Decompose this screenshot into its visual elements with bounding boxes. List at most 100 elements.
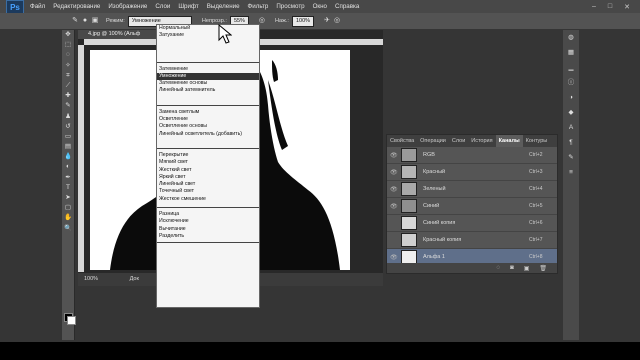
blend-mode-option[interactable]: Линейный затемнитель xyxy=(157,87,259,94)
type-tool-icon[interactable]: T xyxy=(62,183,74,193)
color-panel-icon[interactable]: ◍ xyxy=(563,30,579,45)
brush-preset-icon[interactable]: ✎ xyxy=(70,16,80,26)
channel-thumbnail xyxy=(401,182,417,196)
blur-tool-icon[interactable]: 💧 xyxy=(62,152,74,162)
visibility-eye-icon[interactable]: 👁 xyxy=(390,152,398,159)
brush-size-icon[interactable]: ● xyxy=(80,16,90,26)
styles-panel-icon[interactable]: ◆ xyxy=(563,105,579,120)
visibility-eye-icon[interactable]: 👁 xyxy=(390,169,398,176)
shape-tool-icon[interactable]: ▢ xyxy=(62,203,74,213)
tab-channels[interactable]: Каналы xyxy=(495,135,523,147)
blend-mode-option[interactable]: Разница xyxy=(157,211,259,218)
channel-shortcut: Ctrl+6 xyxy=(529,220,543,226)
foreground-color-swatch[interactable] xyxy=(67,316,76,325)
adjustments-panel-icon[interactable]: ◑ xyxy=(563,90,579,105)
blend-mode-option[interactable]: Разделить xyxy=(157,233,259,240)
maximize-button[interactable]: □ xyxy=(608,3,612,10)
document-tab[interactable]: 4.jpg @ 100% (Альф xyxy=(78,30,158,39)
crop-tool-icon[interactable]: ⌗ xyxy=(62,71,74,81)
dodge-tool-icon[interactable]: ◐ xyxy=(62,162,74,172)
channel-row[interactable]: 👁 RGB Ctrl+2 xyxy=(387,147,557,164)
blend-mode-option[interactable]: Точечный свет xyxy=(157,188,259,195)
new-channel-icon[interactable]: ▣ xyxy=(524,265,530,272)
brush-tool-icon[interactable]: ✎ xyxy=(62,101,74,111)
channel-row[interactable]: 👁 Зеленый Ctrl+4 xyxy=(387,181,557,198)
blend-mode-option[interactable]: Линейный осветлитель (добавить) xyxy=(157,131,259,138)
airbrush-icon[interactable]: ✈ xyxy=(322,16,332,26)
healing-tool-icon[interactable]: ✚ xyxy=(62,91,74,101)
lasso-tool-icon[interactable]: ◌ xyxy=(62,50,74,60)
path-select-tool-icon[interactable]: ➤ xyxy=(62,193,74,203)
blend-mode-option[interactable]: Замена светлым xyxy=(157,109,259,116)
menu-select[interactable]: Выделение xyxy=(207,3,240,10)
move-tool-icon[interactable]: ✥ xyxy=(62,30,74,40)
vertical-ruler[interactable] xyxy=(78,45,84,272)
blend-mode-option[interactable]: Осветление основы xyxy=(157,123,259,130)
blend-mode-dropdown: Нормальный Затухание Затемнение Умножени… xyxy=(156,24,260,308)
blend-mode-option[interactable]: Осветление xyxy=(157,116,259,123)
blend-mode-option[interactable]: Мягкий свет xyxy=(157,159,259,166)
visibility-eye-icon[interactable]: 👁 xyxy=(390,254,398,261)
flow-label: Наж.: xyxy=(274,18,289,24)
blend-mode-option[interactable]: Исключение xyxy=(157,218,259,225)
blend-mode-option-selected[interactable]: Умножение xyxy=(157,72,259,81)
brush-panel-icon[interactable]: ▣ xyxy=(90,16,100,26)
eyedropper-tool-icon[interactable]: ⟋ xyxy=(62,81,74,91)
menu-image[interactable]: Изображение xyxy=(108,3,147,10)
info-panel-icon[interactable]: ⓘ xyxy=(563,75,579,90)
menu-window[interactable]: Окно xyxy=(313,3,327,10)
tab-actions[interactable]: Операции xyxy=(417,135,449,147)
quick-select-tool-icon[interactable]: ✧ xyxy=(62,61,74,71)
history-brush-tool-icon[interactable]: ↺ xyxy=(62,122,74,132)
blend-mode-option[interactable]: Жесткий свет xyxy=(157,167,259,174)
menu-type[interactable]: Шрифт xyxy=(178,3,198,10)
stamp-tool-icon[interactable]: ♟ xyxy=(62,112,74,122)
menu-bar: Файл Редактирование Изображение Слои Шри… xyxy=(30,0,359,13)
tab-history[interactable]: История xyxy=(468,135,495,147)
swatches-panel-icon[interactable]: ▦ xyxy=(563,45,579,60)
load-selection-icon[interactable]: ◌ xyxy=(497,265,501,271)
brush-presets-icon[interactable]: ✎ xyxy=(563,150,579,165)
visibility-eye-icon[interactable]: 👁 xyxy=(390,203,398,210)
minimize-button[interactable]: – xyxy=(592,3,596,10)
marquee-tool-icon[interactable]: ⬚ xyxy=(62,40,74,50)
close-button[interactable]: ✕ xyxy=(624,3,630,11)
flow-field[interactable]: 100% xyxy=(291,15,315,27)
gradient-tool-icon[interactable]: ▤ xyxy=(62,142,74,152)
tab-layers[interactable]: Слои xyxy=(449,135,468,147)
menu-file[interactable]: Файл xyxy=(30,3,45,10)
menu-filter[interactable]: Фильтр xyxy=(248,3,269,10)
save-selection-icon[interactable]: ◙ xyxy=(510,265,514,271)
menu-view[interactable]: Просмотр xyxy=(276,3,304,10)
hand-tool-icon[interactable]: ✋ xyxy=(62,213,74,223)
histogram-panel-icon[interactable]: ▁ xyxy=(563,60,579,75)
pressure-size-icon[interactable]: ◎ xyxy=(332,16,342,26)
eraser-tool-icon[interactable]: ▭ xyxy=(62,132,74,142)
tab-paths[interactable]: Контуры xyxy=(523,135,551,147)
menu-help[interactable]: Справка xyxy=(335,3,359,10)
blend-mode-option[interactable]: Затухание xyxy=(157,32,259,39)
channel-row[interactable]: Красный копия Ctrl+7 xyxy=(387,232,557,249)
delete-channel-icon[interactable]: 🗑 xyxy=(539,265,547,272)
menu-edit[interactable]: Редактирование xyxy=(53,3,100,10)
zoom-tool-icon[interactable]: 🔍 xyxy=(62,224,74,234)
window-controls: – □ ✕ xyxy=(592,0,630,13)
menu-layers[interactable]: Слои xyxy=(155,3,170,10)
zoom-level[interactable]: 100% xyxy=(84,276,98,282)
layers-panel-icon[interactable]: ≡ xyxy=(563,165,579,180)
channel-row[interactable]: 👁 Синий Ctrl+5 xyxy=(387,198,557,215)
panel-tabs: Свойства Операции Слои История Каналы Ко… xyxy=(387,135,557,147)
blend-mode-option[interactable]: Жесткое смешение xyxy=(157,196,259,203)
channel-shortcut: Ctrl+4 xyxy=(529,186,543,192)
visibility-eye-icon[interactable]: 👁 xyxy=(390,186,398,193)
paragraph-panel-icon[interactable]: ¶ xyxy=(563,135,579,150)
blend-mode-option[interactable]: Вычитание xyxy=(157,226,259,233)
pen-tool-icon[interactable]: ✒ xyxy=(62,173,74,183)
tab-properties[interactable]: Свойства xyxy=(387,135,417,147)
character-panel-icon[interactable]: A xyxy=(563,120,579,135)
blend-mode-option[interactable]: Нормальный xyxy=(157,25,259,32)
channel-row[interactable]: 👁 Красный Ctrl+3 xyxy=(387,164,557,181)
channel-row[interactable]: Синий копия Ctrl+6 xyxy=(387,215,557,232)
blend-mode-option[interactable]: Затемнение xyxy=(157,66,259,73)
doc-info[interactable]: Док xyxy=(130,276,139,282)
